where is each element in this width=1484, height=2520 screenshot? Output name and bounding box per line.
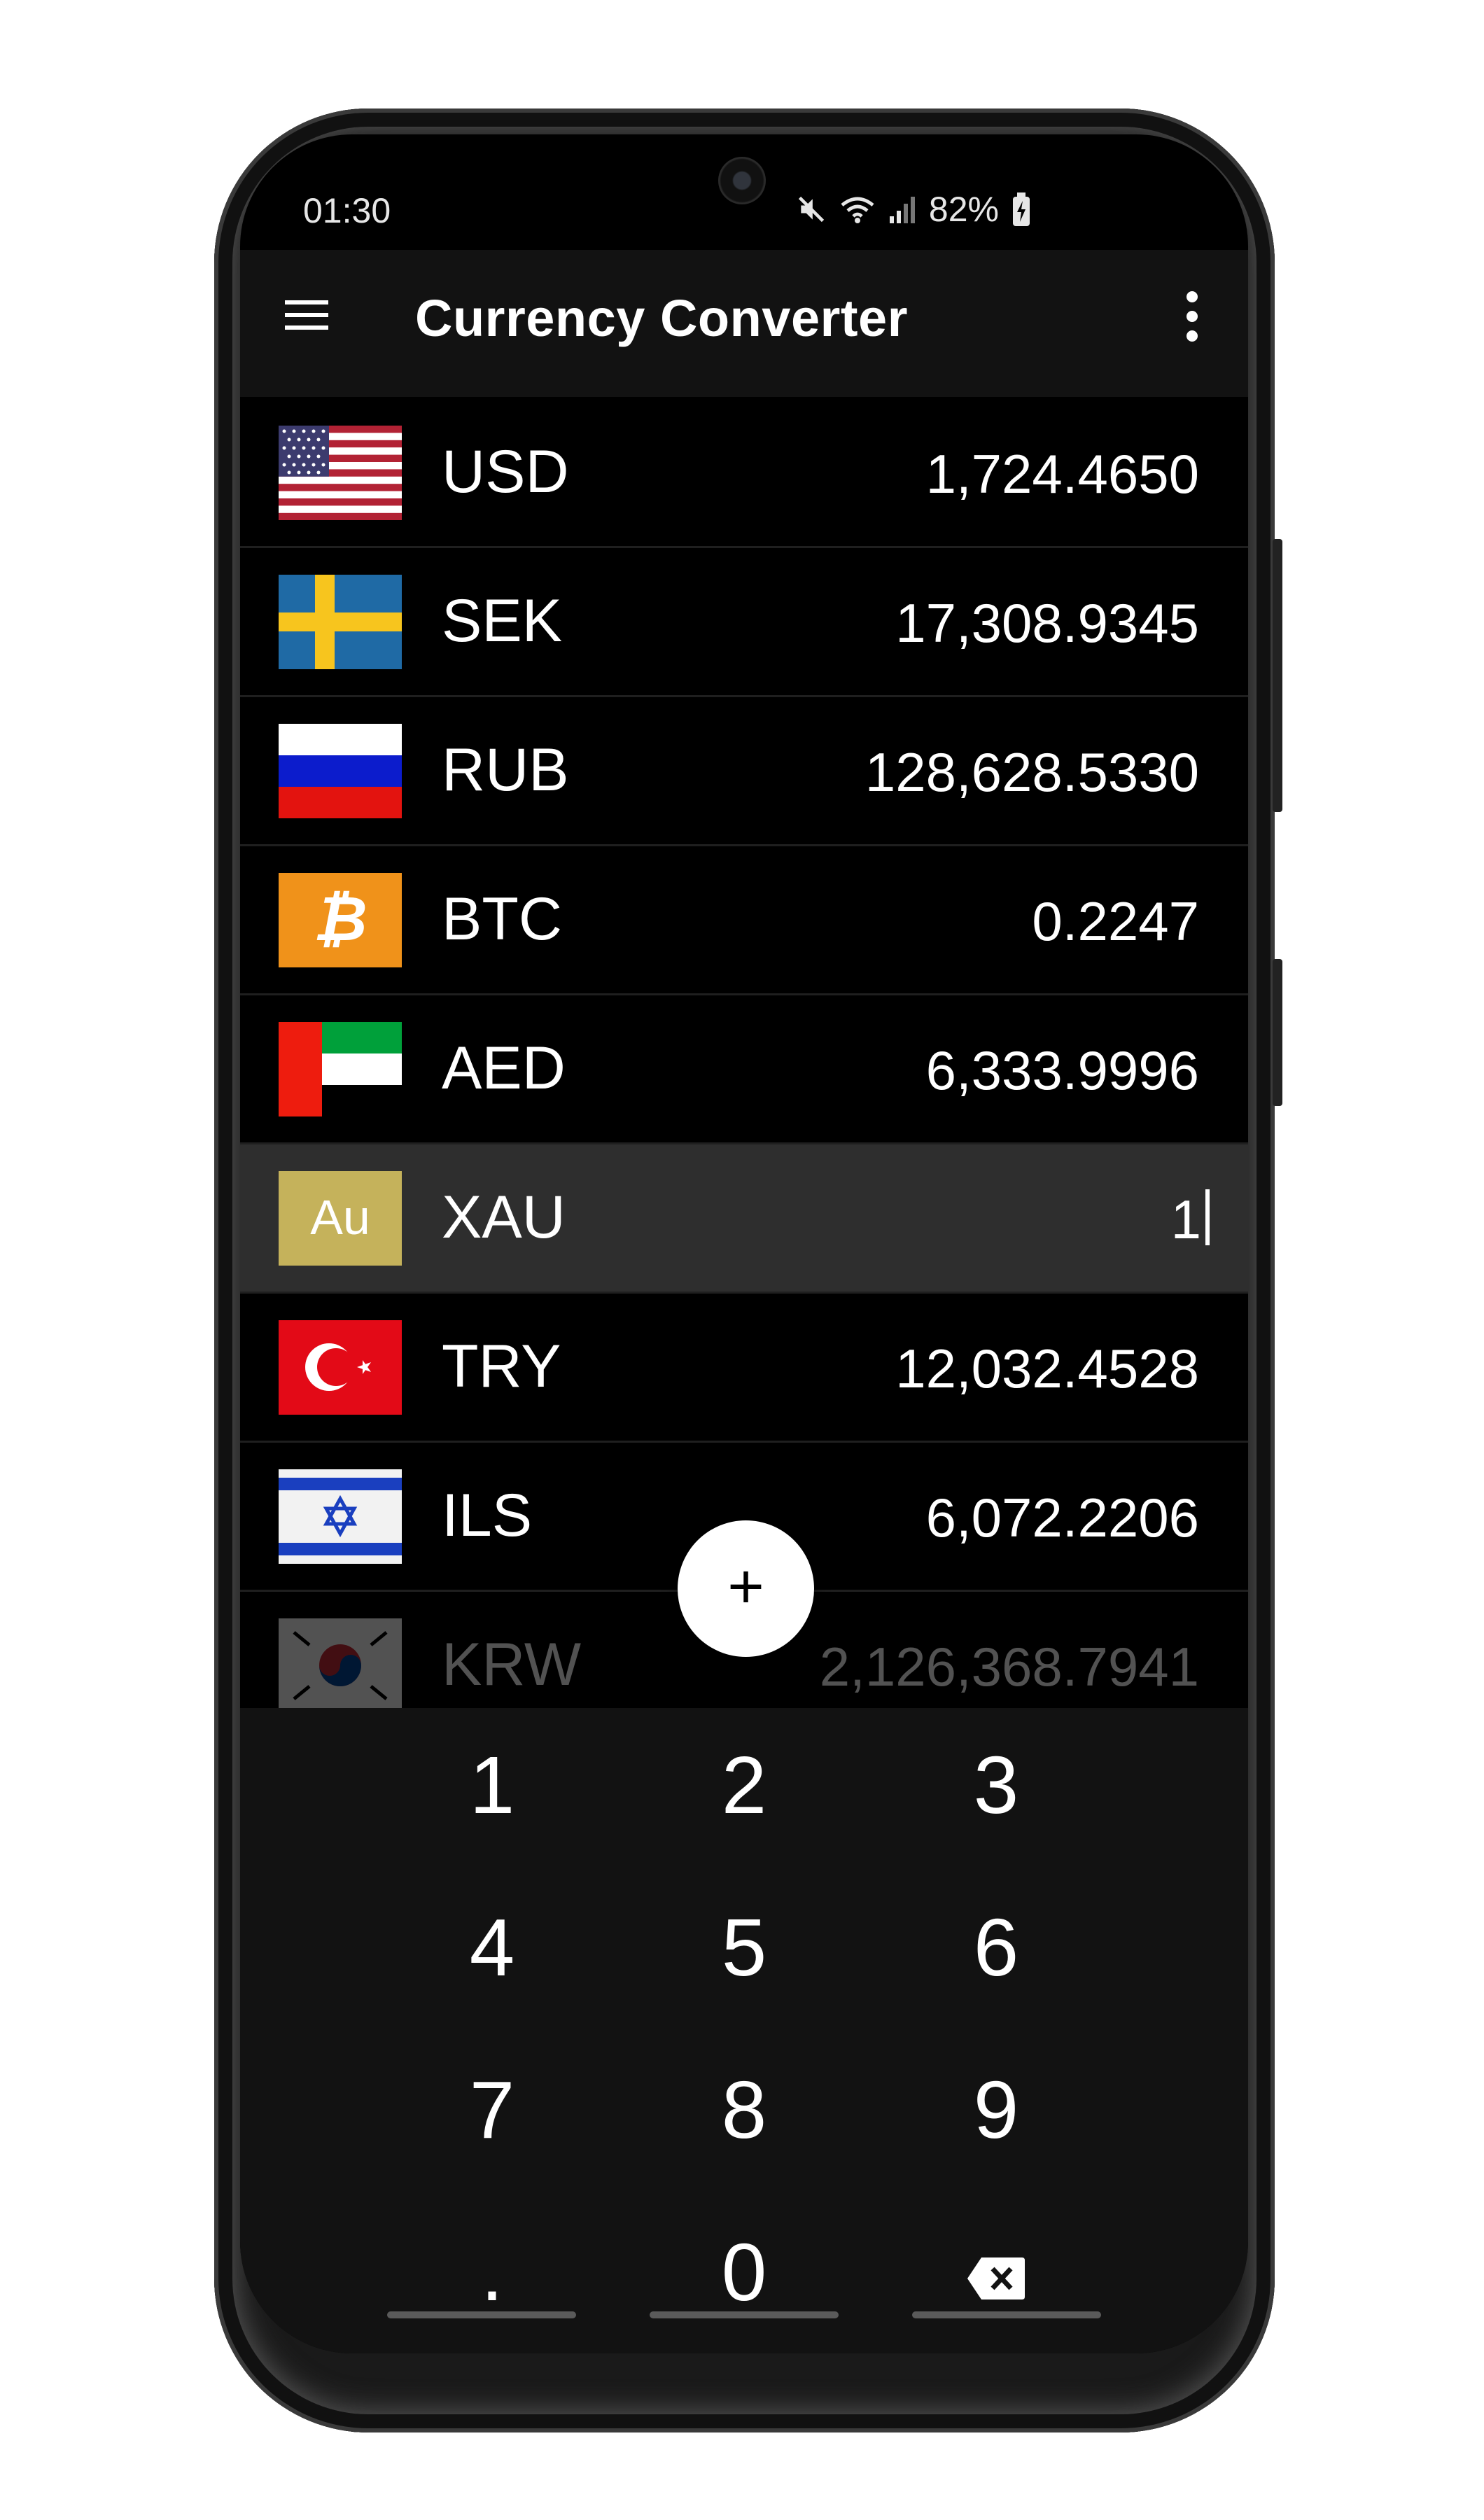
currency-code: BTC	[442, 886, 562, 953]
wifi-icon	[841, 197, 874, 223]
hamburger-menu-icon[interactable]	[282, 290, 331, 340]
key-8[interactable]: 8	[618, 2033, 870, 2187]
key-decimal[interactable]: .	[366, 2195, 618, 2349]
currency-row-sek[interactable]: SEK 17,308.9345	[240, 548, 1248, 697]
signal-icon	[889, 197, 915, 223]
key-6[interactable]: 6	[870, 1870, 1122, 2024]
currency-code: AED	[442, 1035, 566, 1102]
currency-row-try[interactable]: TRY 12,032.4528	[240, 1294, 1248, 1443]
currency-row-aed[interactable]: AED 6,333.9996	[240, 995, 1248, 1144]
currency-code: RUB	[442, 736, 569, 804]
nav-recents[interactable]	[387, 2311, 576, 2318]
currency-code: XAU	[442, 1184, 566, 1251]
key-4[interactable]: 4	[366, 1870, 618, 2024]
nav-home[interactable]	[650, 2311, 839, 2318]
backspace-key[interactable]	[870, 2195, 1122, 2349]
us-flag-icon	[279, 426, 402, 520]
currency-code: TRY	[442, 1333, 561, 1400]
korea-flag-icon	[279, 1618, 402, 1713]
currency-code: KRW	[442, 1631, 582, 1698]
currency-code: USD	[442, 438, 569, 505]
status-icons: 82%	[796, 189, 1031, 230]
numeric-keypad: 1 2 3 4 5 6 7 8 9 . 0	[240, 1708, 1248, 2353]
currency-amount[interactable]: 2,126,368.7941	[820, 1635, 1199, 1699]
currency-row-btc[interactable]: ₿ BTC 0.2247	[240, 846, 1248, 995]
svg-text:₿: ₿	[313, 883, 367, 955]
currency-amount[interactable]: 17,308.9345	[895, 592, 1199, 655]
more-options-icon[interactable]	[1185, 288, 1199, 344]
nav-back[interactable]	[912, 2311, 1101, 2318]
key-3[interactable]: 3	[870, 1708, 1122, 1862]
battery-charging-icon	[1013, 192, 1030, 226]
currency-amount[interactable]: 6,072.2206	[926, 1486, 1199, 1550]
gold-au-icon: Au	[279, 1171, 402, 1266]
front-camera	[718, 157, 766, 204]
currency-code: ILS	[442, 1482, 533, 1549]
plus-icon: +	[727, 1552, 764, 1622]
uae-flag-icon	[279, 1022, 402, 1116]
russia-flag-icon	[279, 724, 402, 818]
key-0[interactable]: 0	[618, 2195, 870, 2349]
app-title: Currency Converter	[415, 289, 909, 347]
israel-flag-icon	[279, 1469, 402, 1564]
bitcoin-icon: ₿	[279, 873, 402, 967]
mute-icon	[798, 196, 825, 223]
sweden-flag-icon	[279, 575, 402, 669]
svg-text:Au: Au	[310, 1190, 370, 1245]
key-1[interactable]: 1	[366, 1708, 618, 1862]
currency-amount[interactable]: 12,032.4528	[895, 1337, 1199, 1401]
currency-row-rub[interactable]: RUB 128,628.5330	[240, 697, 1248, 846]
navigation-bar	[240, 2311, 1248, 2318]
text-cursor	[1205, 1189, 1210, 1245]
app-bar: Currency Converter	[240, 250, 1248, 397]
currency-amount[interactable]: 6,333.9996	[926, 1039, 1199, 1102]
currency-row-usd[interactable]: USD 1,724.4650	[240, 399, 1248, 548]
volume-button	[1273, 539, 1282, 812]
key-9[interactable]: 9	[870, 2033, 1122, 2187]
key-7[interactable]: 7	[366, 2033, 618, 2187]
currency-code: SEK	[442, 587, 563, 654]
battery-percent: 82%	[928, 190, 999, 229]
status-time: 01:30	[303, 191, 391, 230]
currency-amount-input[interactable]: 1	[1171, 1188, 1210, 1252]
currency-row-xau[interactable]: Au XAU 1	[240, 1144, 1248, 1294]
turkey-flag-icon	[279, 1320, 402, 1415]
status-bar: 01:30 82%	[240, 134, 1248, 250]
key-2[interactable]: 2	[618, 1708, 870, 1862]
currency-amount[interactable]: 1,724.4650	[926, 442, 1199, 506]
currency-amount[interactable]: 0.2247	[1032, 890, 1199, 953]
currency-amount[interactable]: 128,628.5330	[865, 741, 1199, 804]
add-currency-button[interactable]: +	[678, 1520, 814, 1657]
backspace-icon	[967, 2258, 1025, 2300]
screen: 01:30 82% Currency Converter USD 1,724.4…	[240, 134, 1248, 2353]
key-5[interactable]: 5	[618, 1870, 870, 2024]
power-button	[1273, 959, 1282, 1106]
